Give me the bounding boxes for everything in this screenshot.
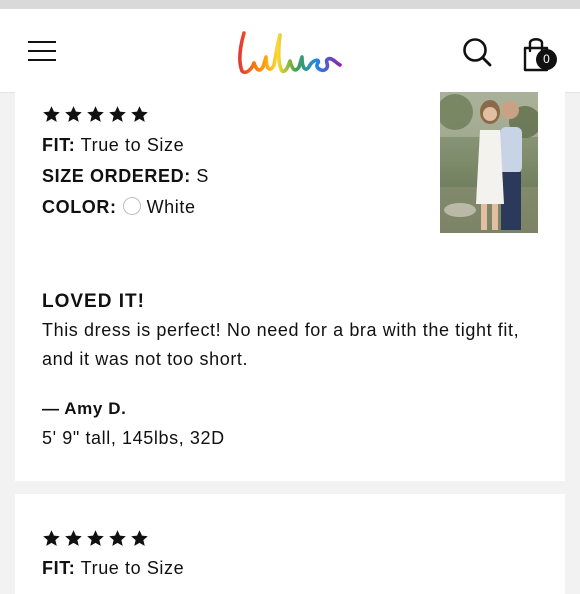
review-author: — Amy D.	[42, 399, 127, 418]
color-value: White	[146, 197, 196, 217]
lulus-logo[interactable]	[236, 29, 346, 83]
review-card: FIT: True to Size SIZE ORDERED: S COLOR:…	[15, 92, 565, 481]
star-icon	[131, 106, 148, 122]
review-title: LOVED IT!	[42, 291, 145, 312]
star-icon	[43, 530, 60, 546]
star-rating	[42, 105, 149, 124]
color-label: COLOR:	[42, 197, 117, 217]
fit-label: FIT:	[42, 558, 76, 578]
color-row: COLOR: White	[42, 197, 196, 218]
site-header	[0, 9, 580, 93]
review-body: This dress is perfect! No need for a bra…	[42, 320, 520, 369]
fit-value: True to Size	[80, 558, 185, 578]
search-icon[interactable]	[462, 37, 492, 67]
size-value: S	[196, 166, 210, 186]
fit-value: True to Size	[80, 135, 185, 155]
color-swatch	[122, 197, 141, 215]
star-icon	[65, 530, 82, 546]
star-icon	[43, 106, 60, 122]
star-icon	[109, 530, 126, 546]
size-label: SIZE ORDERED:	[42, 166, 191, 186]
fit-row: FIT: True to Size	[42, 558, 184, 579]
star-icon	[87, 106, 104, 122]
review-photo[interactable]	[440, 92, 538, 233]
fit-label: FIT:	[42, 135, 76, 155]
star-icon	[131, 530, 148, 546]
size-row: SIZE ORDERED: S	[42, 166, 209, 187]
star-icon	[87, 530, 104, 546]
cart-count-badge: 0	[536, 49, 557, 70]
hamburger-menu-icon[interactable]	[28, 39, 56, 63]
top-divider	[0, 0, 580, 9]
star-rating	[42, 529, 149, 548]
star-icon	[109, 106, 126, 122]
review-card: FIT: True to Size	[15, 494, 565, 594]
reviewer-stats: 5' 9" tall, 145lbs, 32D	[42, 428, 225, 448]
fit-row: FIT: True to Size	[42, 135, 184, 156]
star-icon	[65, 106, 82, 122]
